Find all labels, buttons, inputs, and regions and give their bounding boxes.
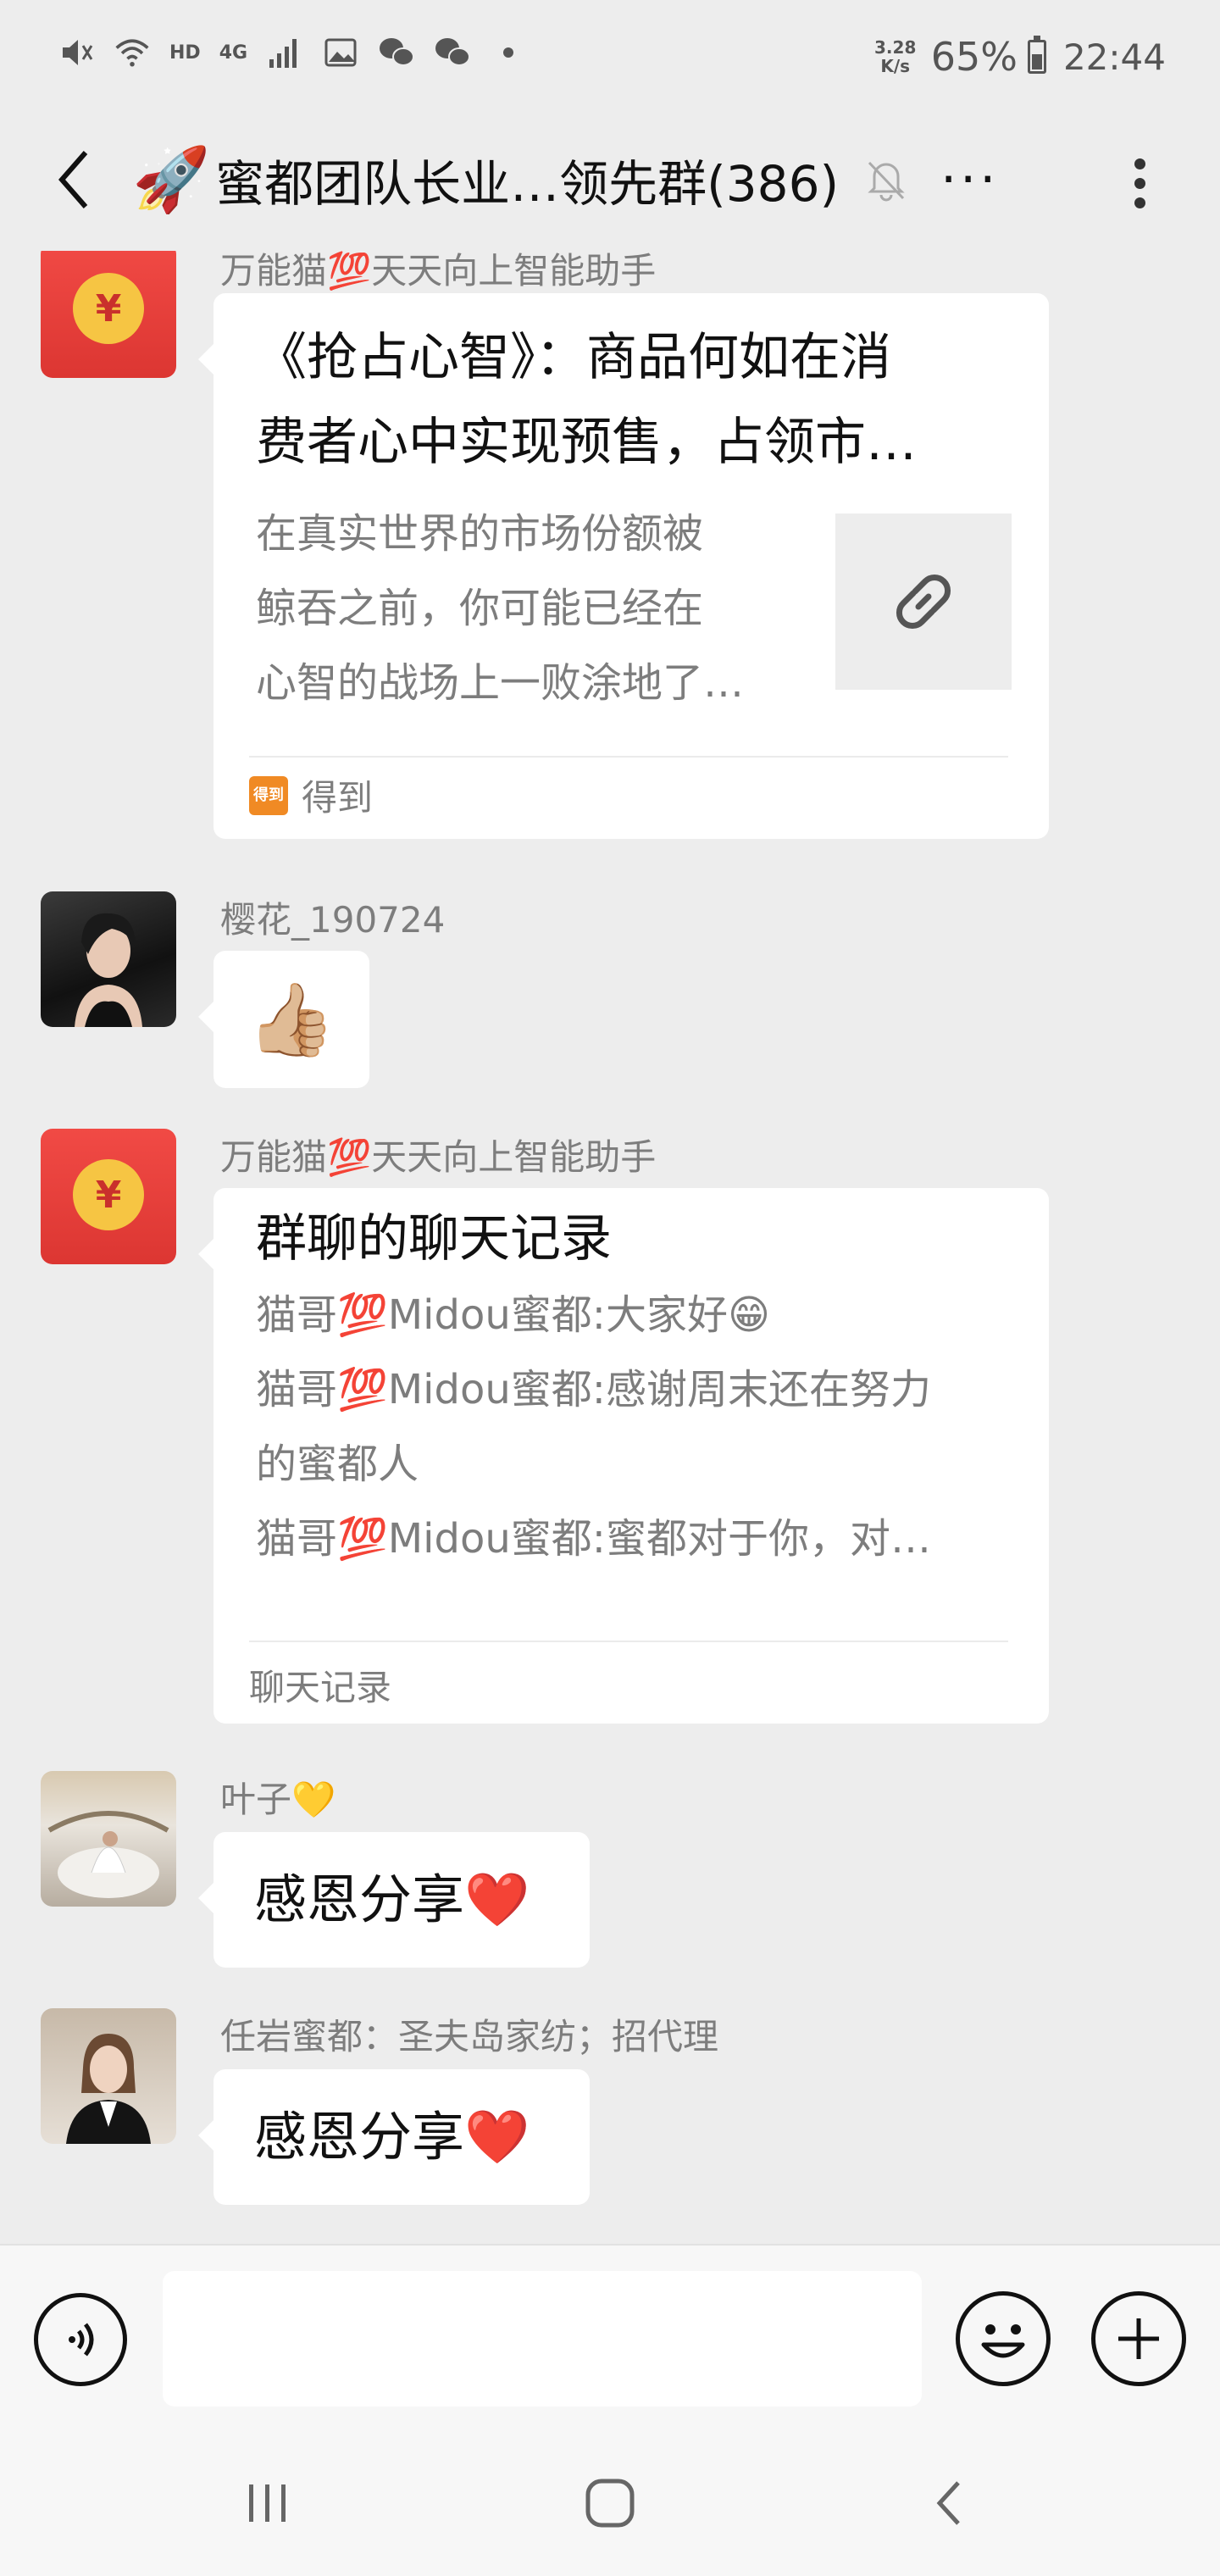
yuan-coin-icon: ¥ bbox=[73, 1159, 144, 1230]
link-card-source: 得到 得到 bbox=[249, 769, 373, 821]
link-icon bbox=[896, 574, 951, 630]
page-title: 蜜都团队长业…领先群(386) bbox=[215, 155, 840, 213]
dedao-app-icon: 得到 bbox=[249, 775, 288, 815]
back-button[interactable] bbox=[41, 146, 108, 214]
hd-label: HD bbox=[169, 42, 201, 64]
mute-icon bbox=[58, 34, 95, 71]
wifi-icon bbox=[114, 34, 151, 71]
message-chat-history: ¥ 万能猫💯天天向上智能助手 群聊的聊天记录 猫哥💯Midou蜜都:大家好😁 猫… bbox=[41, 1129, 1057, 1739]
more-dot-icon bbox=[1134, 177, 1145, 189]
message-input[interactable] bbox=[163, 2271, 922, 2407]
recent-apps-button[interactable] bbox=[225, 2468, 310, 2539]
thumbs-up-emoji: 👍🏼 bbox=[247, 977, 336, 1061]
link-card-title-line: 《抢占心智》：商品何如在消 bbox=[256, 328, 891, 387]
rocket-emoji: 🚀 bbox=[132, 143, 211, 216]
message-text: 任岩蜜都：圣夫岛家纺；招代理 感恩分享❤️ bbox=[41, 2008, 1057, 2237]
sender-name-text: 万能猫💯天天向上智能助手 bbox=[220, 1136, 657, 1178]
link-card-source-name: 得到 bbox=[302, 777, 374, 819]
link-card-title: 《抢占心智》：商品何如在消 费者心中实现预售，占领市… bbox=[256, 315, 1018, 485]
message-input-bar bbox=[0, 2244, 1220, 2430]
link-card-bubble[interactable]: 《抢占心智》：商品何如在消 费者心中实现预售，占领市… 在真实世界的市场份额被 … bbox=[198, 293, 1049, 839]
battery-percent: 65% bbox=[930, 34, 1018, 80]
network-speed-unit: K/s bbox=[880, 56, 911, 76]
sender-name: 万能猫💯天天向上智能助手 bbox=[220, 251, 656, 294]
avatar[interactable] bbox=[41, 1771, 176, 1907]
voice-icon bbox=[69, 2323, 94, 2357]
nav-back-button[interactable] bbox=[908, 2468, 993, 2539]
link-card-desc-line: 在真实世界的市场份额被 bbox=[256, 510, 704, 558]
wechat-icon bbox=[378, 34, 415, 71]
network-type: 4G bbox=[219, 42, 248, 64]
title-ellipsis: ··· bbox=[940, 150, 1000, 209]
link-card-title-line: 费者心中实现预售，占领市… bbox=[256, 413, 917, 472]
text-bubble[interactable]: 感恩分享❤️ bbox=[198, 1832, 590, 1968]
back-icon bbox=[936, 2481, 960, 2525]
chat-history-line: 猫哥💯Midou蜜都:蜜都对于你，对… bbox=[256, 1515, 931, 1563]
more-dot-icon bbox=[1134, 197, 1145, 208]
recent-apps-icon bbox=[249, 2484, 286, 2522]
status-icons-right: 3.28 K/s 65% 22:44 bbox=[870, 34, 1166, 80]
network-speed: 3.28 K/s bbox=[870, 38, 921, 75]
more-functions-button[interactable] bbox=[1091, 2291, 1186, 2386]
link-card-description: 在真实世界的市场份额被 鲸吞之前，你可能已经在 心智的战场上一败涂地了… bbox=[256, 497, 781, 720]
card-divider bbox=[249, 756, 1008, 758]
voice-input-button[interactable] bbox=[34, 2293, 127, 2386]
muted-bell-icon bbox=[868, 161, 905, 202]
card-divider bbox=[249, 1641, 1008, 1642]
plus-icon bbox=[1118, 2318, 1159, 2359]
status-icons-left: HD 4G bbox=[58, 34, 527, 71]
emoji-button[interactable] bbox=[956, 2291, 1051, 2386]
message-text: 叶子💛 感恩分享❤️ bbox=[41, 1771, 1057, 2000]
sender-name: 任岩蜜都：圣夫岛家纺；招代理 bbox=[220, 2016, 719, 2057]
sender-name: 万能猫💯天天向上智能助手 bbox=[220, 1129, 656, 1180]
avatar[interactable]: ¥ bbox=[41, 251, 176, 378]
link-thumbnail bbox=[835, 514, 1012, 690]
message-text-content: 感恩分享❤️ bbox=[254, 1868, 530, 1930]
link-card-desc-line: 鲸吞之前，你可能已经在 bbox=[256, 585, 704, 632]
status-bar: HD 4G 3.28 K/s 65% 22:44 bbox=[0, 0, 1220, 115]
battery-fill bbox=[1031, 53, 1042, 69]
chat-history-footer: 聊天记录 bbox=[249, 1667, 392, 1708]
chat-history-title: 群聊的聊天记录 bbox=[256, 1209, 612, 1269]
chat-history-line: 猫哥💯Midou蜜都:感谢周末还在努力 bbox=[256, 1366, 931, 1413]
wechat-icon-2 bbox=[434, 34, 471, 71]
chat-history-line: 的蜜都人 bbox=[256, 1441, 419, 1488]
sender-name: 叶子💛 bbox=[220, 1779, 336, 1820]
chat-history-bubble[interactable]: 群聊的聊天记录 猫哥💯Midou蜜都:大家好😁 猫哥💯Midou蜜都:感谢周末还… bbox=[198, 1188, 1049, 1724]
yuan-coin-icon: ¥ bbox=[73, 273, 144, 344]
signal-icon bbox=[266, 34, 303, 71]
sender-name-text: 万能猫💯天天向上智能助手 bbox=[220, 251, 657, 291]
home-button[interactable] bbox=[568, 2468, 652, 2539]
chat-history-line: 猫哥💯Midou蜜都:大家好😁 bbox=[256, 1291, 770, 1339]
chat-message-list[interactable]: ¥ 万能猫💯天天向上智能助手 《抢占心智》：商品何如在消 费者心中实现预售，占领… bbox=[0, 251, 1220, 2244]
more-dot-icon bbox=[1134, 158, 1145, 169]
home-icon bbox=[585, 2479, 635, 2528]
message-emoji: 樱花_190724 👍🏼 bbox=[41, 891, 1057, 1120]
smiley-icon bbox=[981, 2324, 1025, 2358]
link-card-desc-line: 心智的战场上一败涂地了… bbox=[256, 659, 745, 707]
more-options-button[interactable] bbox=[1110, 149, 1169, 217]
text-bubble[interactable]: 感恩分享❤️ bbox=[198, 2069, 590, 2205]
avatar[interactable] bbox=[41, 2008, 176, 2144]
avatar-photo-icon bbox=[47, 1811, 169, 1898]
chat-history-preview: 猫哥💯Midou蜜都:大家好😁 猫哥💯Midou蜜都:感谢周末还在努力 的蜜都人… bbox=[256, 1278, 1035, 1576]
avatar[interactable]: ¥ bbox=[41, 1129, 176, 1264]
message-text-content: 感恩分享❤️ bbox=[254, 2106, 530, 2168]
sender-name: 樱花_190724 bbox=[220, 899, 446, 941]
battery-icon bbox=[1027, 36, 1046, 74]
gallery-icon bbox=[322, 34, 359, 71]
chat-header: 🚀 蜜都团队长业…领先群(386) ··· bbox=[0, 115, 1220, 251]
message-link-card: ¥ 万能猫💯天天向上智能助手 《抢占心智》：商品何如在消 费者心中实现预售，占领… bbox=[41, 251, 1057, 852]
avatar[interactable] bbox=[41, 891, 176, 1027]
network-speed-value: 3.28 bbox=[874, 37, 917, 58]
system-navigation-bar bbox=[0, 2430, 1220, 2576]
dot-icon bbox=[490, 34, 527, 71]
chevron-left-icon bbox=[58, 151, 88, 208]
emoji-bubble[interactable]: 👍🏼 bbox=[198, 951, 369, 1088]
clock: 22:44 bbox=[1062, 36, 1166, 78]
avatar-portrait-icon bbox=[66, 2034, 151, 2144]
chat-title-area[interactable]: 🚀 蜜都团队长业…领先群(386) ··· bbox=[132, 144, 999, 215]
avatar-portrait-icon bbox=[75, 913, 142, 1027]
